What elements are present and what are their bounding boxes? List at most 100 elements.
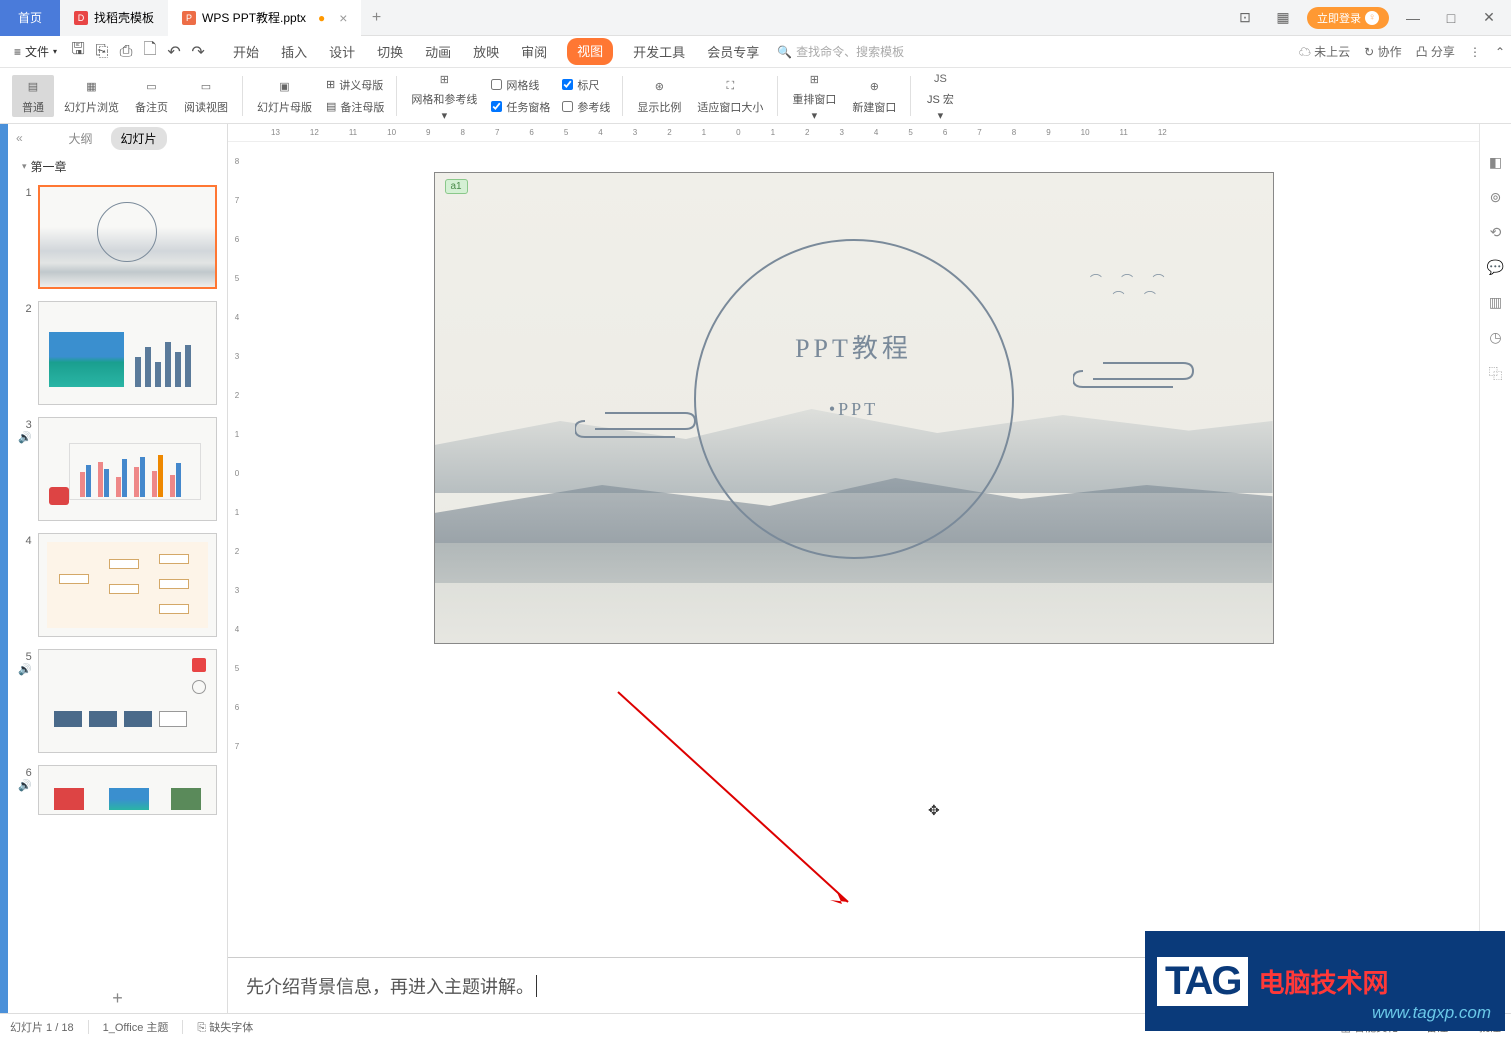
tab-member[interactable]: 会员专享 (705, 38, 761, 65)
notes-text[interactable]: 先介绍背景信息，再进入主题讲解。 (246, 973, 534, 999)
thumb-5[interactable]: 5🔊 (18, 649, 217, 753)
collapse-ribbon-icon[interactable]: ⌃ (1495, 45, 1505, 59)
tab-transition[interactable]: 切换 (375, 38, 405, 65)
save-icon[interactable]: 🖫 (67, 41, 89, 63)
tag-url: www.tagxp.com (1372, 1003, 1491, 1023)
side-export-icon[interactable]: ⿻ (1489, 364, 1503, 384)
print-icon[interactable]: ⎙ (115, 41, 137, 63)
js-macro-button[interactable]: JS JS 宏▾ (919, 67, 961, 124)
command-search[interactable]: 🔍 查找命令、搜索模板 (777, 43, 904, 60)
ribbon: ▤ 普通 ▦ 幻灯片浏览 ▭ 备注页 ▭ 阅读视图 ▣ 幻灯片母版 ⊞ 讲义母版… (0, 68, 1511, 124)
tab-view[interactable]: 视图 (567, 38, 613, 65)
collapse-panel-icon[interactable]: « (16, 131, 23, 145)
chapter-header[interactable]: ▾ 第一章 (8, 152, 227, 181)
undo-icon[interactable]: ↶ (163, 41, 185, 63)
menu-tabs: 开始 插入 设计 切换 动画 放映 审阅 视图 开发工具 会员专享 (231, 38, 761, 65)
tab-design[interactable]: 设计 (327, 38, 357, 65)
tab-start[interactable]: 开始 (231, 38, 261, 65)
thumb-6[interactable]: 6🔊 (18, 765, 217, 815)
outline-tab[interactable]: 大纲 (68, 130, 92, 147)
thumb-4[interactable]: 4 (18, 533, 217, 637)
apps-icon[interactable]: ▦ (1269, 9, 1297, 26)
close-window-button[interactable]: ✕ (1475, 9, 1503, 26)
new-window-icon: ⊕ (864, 77, 884, 97)
coop-button[interactable]: ↻ 协作 (1364, 43, 1401, 60)
move-cursor-icon: ✥ (928, 802, 940, 819)
fit-window-button[interactable]: ⛶ 适应窗口大小 (691, 75, 769, 117)
export-icon[interactable]: ⎘ (91, 41, 113, 63)
view-sorter-button[interactable]: ▦ 幻灯片浏览 (58, 75, 125, 117)
tab-animation[interactable]: 动画 (423, 38, 453, 65)
slide-title[interactable]: PPT教程 (795, 328, 912, 365)
side-settings-icon[interactable]: ⊚ (1490, 189, 1502, 206)
close-tab-icon[interactable]: × (339, 10, 347, 26)
add-slide-button[interactable]: + (8, 984, 227, 1013)
tab-home[interactable]: 首页 (0, 0, 60, 36)
modified-dot-icon: ● (318, 11, 325, 25)
zoom-button[interactable]: ⊛ 显示比例 (631, 75, 687, 117)
notes-master-button[interactable]: ▤ 备注母版 (322, 97, 388, 117)
thumbnail-panel: « 大纲 幻灯片 ▾ 第一章 1 2 (8, 124, 228, 1013)
view-notes-button[interactable]: ▭ 备注页 (129, 75, 174, 117)
titlebar: 首页 D 找稻壳模板 P WPS PPT教程.pptx ● × + ⊡ ▦ 立即… (0, 0, 1511, 36)
chevron-down-icon: ▾ (53, 47, 57, 56)
side-layout-icon[interactable]: ▥ (1489, 294, 1502, 311)
slide-master-button[interactable]: ▣ 幻灯片母版 (251, 75, 318, 117)
sorter-icon: ▦ (82, 77, 102, 97)
main-area: « 大纲 幻灯片 ▾ 第一章 1 2 (0, 124, 1511, 1013)
gridlines-checkbox[interactable]: 网格线 (487, 75, 554, 95)
grid-icon: ⊞ (434, 69, 454, 89)
cloud-status[interactable]: ☁ 未上云 (1299, 43, 1350, 60)
slide-counter: 幻灯片 1 / 18 (10, 1019, 74, 1035)
file-menu[interactable]: ≡ 文件 ▾ (6, 39, 65, 64)
slides-tab[interactable]: 幻灯片 (111, 127, 167, 150)
zoom-icon: ⊛ (649, 77, 669, 97)
normal-view-icon: ▤ (23, 77, 43, 97)
layout-icon[interactable]: ⊡ (1231, 9, 1259, 26)
slide-canvas[interactable]: a1 ︵ ︵ ︵ ︵ ︵ PPT教程 •PPT (434, 172, 1274, 644)
birds-decoration: ︵ ︵ ︵ ︵ ︵ (1090, 263, 1173, 297)
grid-guides-button[interactable]: ⊞ 网格和参考线▾ (405, 67, 483, 124)
cloud-decoration-1 (575, 411, 705, 429)
guides-checkbox[interactable]: 参考线 (558, 97, 614, 117)
annotation-arrow (608, 682, 868, 922)
tab-document[interactable]: P WPS PPT教程.pptx ● × (168, 0, 361, 36)
slide-subtitle[interactable]: •PPT (829, 399, 878, 420)
doke-icon: D (74, 11, 88, 25)
side-style-icon[interactable]: ◧ (1489, 154, 1502, 171)
taskpane-checkbox[interactable]: 任务窗格 (487, 97, 554, 117)
user-icon: ♀ (1365, 11, 1379, 25)
tab-devtools[interactable]: 开发工具 (631, 38, 687, 65)
right-toolbar: ◧ ⊚ ⟲ 💬 ▥ ◷ ⿻ ⋯ (1479, 124, 1511, 1013)
thumb-3[interactable]: 3🔊 (18, 417, 217, 521)
more-icon[interactable]: ⋮ (1469, 45, 1481, 59)
view-reading-button[interactable]: ▭ 阅读视图 (178, 75, 234, 117)
arrange-windows-button[interactable]: ⊞ 重排窗口▾ (786, 67, 842, 124)
tab-doke[interactable]: D 找稻壳模板 (60, 0, 168, 36)
tab-slideshow[interactable]: 放映 (471, 38, 501, 65)
share-button[interactable]: 凸 分享 (1416, 43, 1455, 60)
ppt-icon: P (182, 11, 196, 25)
tab-review[interactable]: 审阅 (519, 38, 549, 65)
side-adjust-icon[interactable]: ⟲ (1490, 224, 1502, 241)
thumb-1[interactable]: 1 (18, 185, 217, 289)
tag-watermark: TAG 电脑技术网 www.tagxp.com (1145, 931, 1505, 1031)
minimize-button[interactable]: — (1399, 10, 1427, 26)
login-button[interactable]: 立即登录 ♀ (1307, 7, 1389, 29)
canvas[interactable]: a1 ︵ ︵ ︵ ︵ ︵ PPT教程 •PPT (228, 142, 1479, 957)
tab-insert[interactable]: 插入 (279, 38, 309, 65)
new-window-button[interactable]: ⊕ 新建窗口 (846, 75, 902, 117)
add-tab-button[interactable]: + (361, 9, 391, 27)
chevron-down-icon: ▾ (22, 161, 27, 172)
thumbnails-list[interactable]: 1 2 3🔊 (8, 181, 227, 984)
handout-master-button[interactable]: ⊞ 讲义母版 (322, 75, 388, 95)
ruler-checkbox[interactable]: 标尺 (558, 75, 614, 95)
preview-icon[interactable]: 🗋 (139, 41, 161, 63)
side-chat-icon[interactable]: 💬 (1487, 259, 1504, 276)
maximize-button[interactable]: □ (1437, 10, 1465, 26)
redo-icon[interactable]: ↷ (187, 41, 209, 63)
view-normal-button[interactable]: ▤ 普通 (12, 75, 54, 117)
thumb-2[interactable]: 2 (18, 301, 217, 405)
side-clock-icon[interactable]: ◷ (1489, 329, 1501, 346)
missing-font[interactable]: ⎘ 缺失字体 (197, 1019, 253, 1035)
